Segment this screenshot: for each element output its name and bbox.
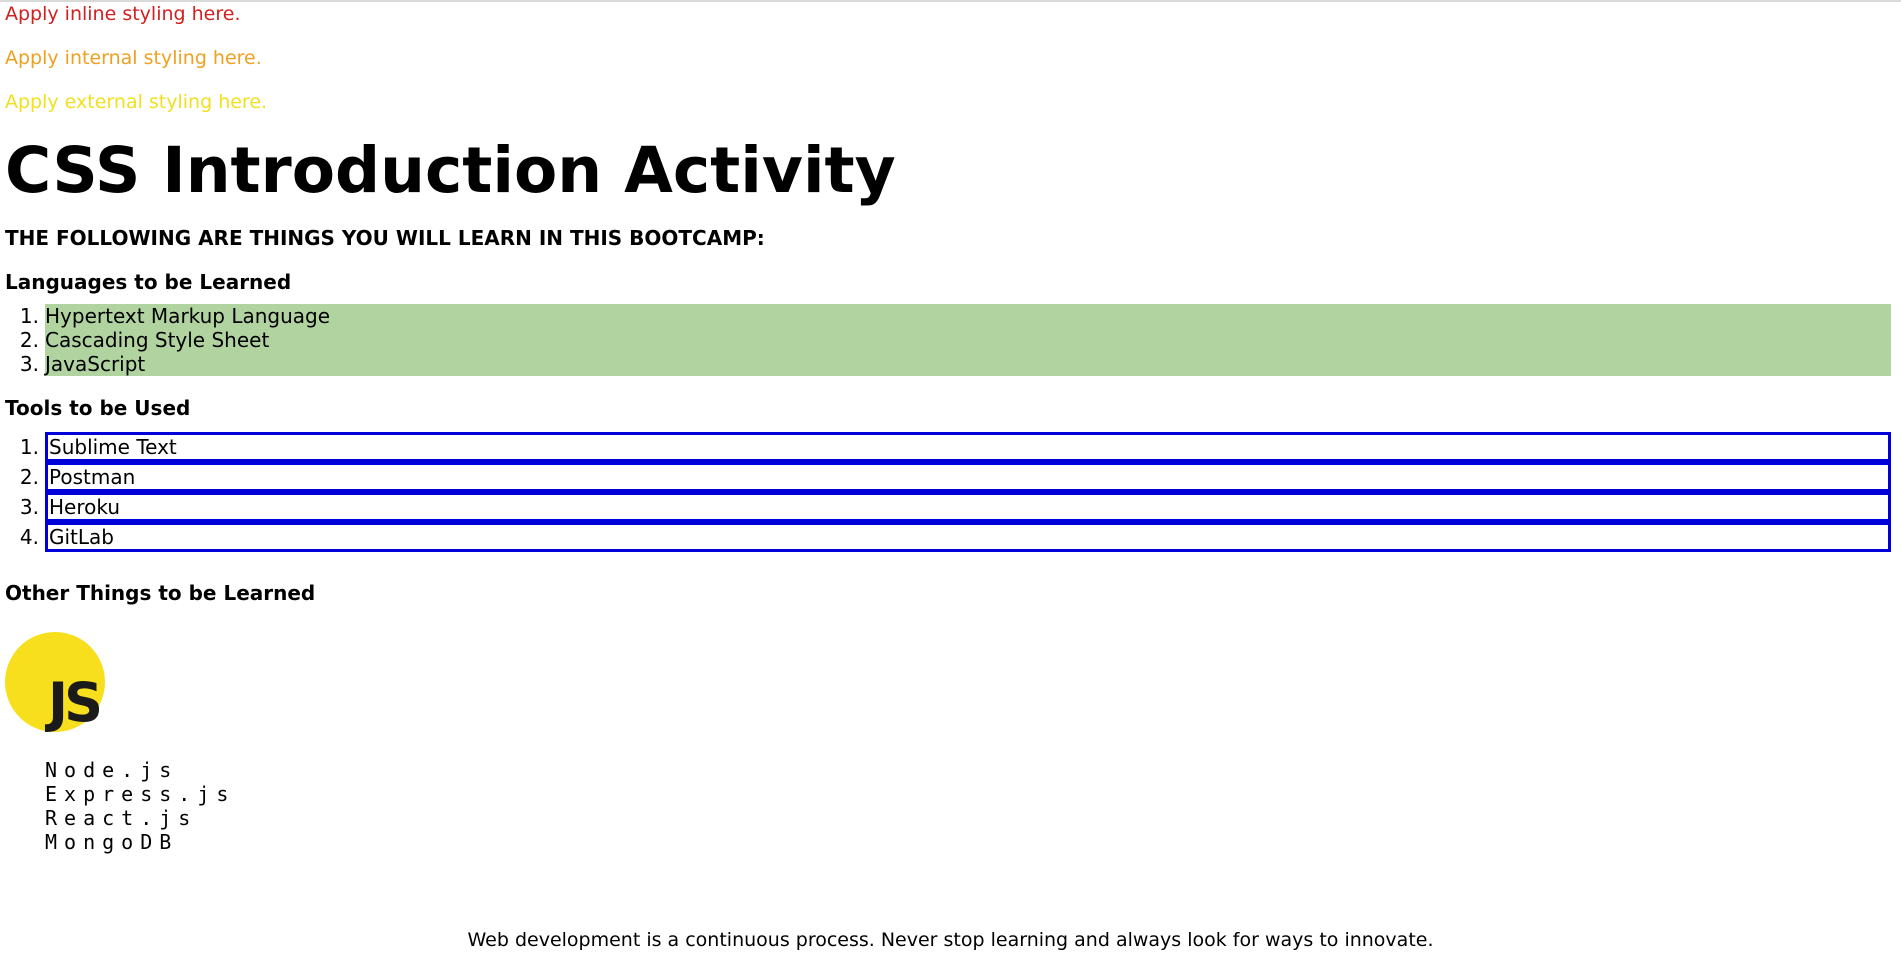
list-item: 1. Hypertext Markup Language [5,304,1891,328]
list-number: 2. [19,328,39,352]
list-item: 1. Sublime Text [5,432,1891,462]
list-number: 2. [19,465,39,489]
list-number: 1. [19,304,39,328]
javascript-logo-text: JS [48,671,103,734]
footer-message: Web development is a continuous process.… [467,929,1434,951]
tools-heading: Tools to be Used [5,396,191,420]
list-item: 3. JavaScript [5,352,1891,376]
internal-styling-text: Apply internal styling here. [5,47,262,69]
languages-list: 1. Hypertext Markup Language 2. Cascadin… [5,304,1891,376]
external-styling-text: Apply external styling here. [5,91,268,113]
list-item: 2. Cascading Style Sheet [5,328,1891,352]
inline-styling-text: Apply inline styling here. [5,3,241,25]
list-item: 3. Heroku [5,492,1891,522]
language-item-label: Hypertext Markup Language [45,304,1891,328]
bootcamp-subtitle: THE FOLLOWING ARE THINGS YOU WILL LEARN … [5,226,765,250]
tool-item-label: Sublime Text [45,432,1891,462]
list-item: MongoDB [45,830,179,854]
other-things-list: Node.js Express.js React.js MongoDB [45,758,1896,854]
page-title: CSS Introduction Activity [5,134,896,207]
list-item: 2. Postman [5,462,1891,492]
list-number: 3. [19,495,39,519]
javascript-logo-icon: JS [5,632,105,732]
list-number: 4. [19,525,39,549]
languages-heading: Languages to be Learned [5,270,292,294]
list-item: React.js [45,806,198,830]
list-item: 4. GitLab [5,522,1891,552]
tool-item-label: Postman [45,462,1891,492]
tool-item-label: Heroku [45,492,1891,522]
language-item-label: Cascading Style Sheet [45,328,1891,352]
page-content: Apply inline styling here. Apply interna… [0,2,1901,854]
list-number: 1. [19,435,39,459]
list-number: 3. [19,352,39,376]
other-things-heading: Other Things to be Learned [5,581,316,605]
list-item: Node.js [45,758,179,782]
tools-list: 1. Sublime Text 2. Postman 3. Heroku 4. … [5,432,1891,552]
list-item: Express.js [45,782,236,806]
language-item-label: JavaScript [45,352,1891,376]
tool-item-label: GitLab [45,522,1891,552]
